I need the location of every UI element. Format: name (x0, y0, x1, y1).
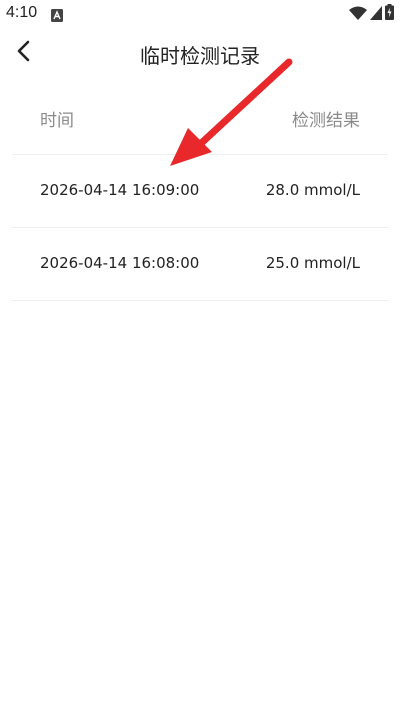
signal-icon (370, 5, 382, 24)
row-result: 28.0 mmol/L (265, 181, 360, 199)
status-icons (349, 4, 394, 24)
row-time: 2026-04-14 16:08:00 (40, 254, 200, 272)
column-header-time: 时间 (40, 111, 74, 131)
app-header: 临时检测记录 (0, 28, 400, 80)
page-title: 临时检测记录 (140, 44, 260, 68)
table-header: 时间 检测结果 (12, 84, 388, 155)
column-header-result: 检测结果 (292, 111, 360, 131)
battery-charging-icon (385, 4, 394, 24)
table-row: 2026-04-14 16:09:00 28.0 mmol/L (12, 155, 388, 228)
status-bar: 4:10 (0, 0, 400, 28)
row-time: 2026-04-14 16:09:00 (40, 181, 200, 199)
wifi-icon (349, 5, 367, 24)
status-time: 4:10 (6, 4, 38, 21)
notification-a-icon (51, 7, 63, 22)
table-row: 2026-04-14 16:08:00 25.0 mmol/L (12, 228, 388, 301)
row-result: 25.0 mmol/L (265, 254, 360, 272)
